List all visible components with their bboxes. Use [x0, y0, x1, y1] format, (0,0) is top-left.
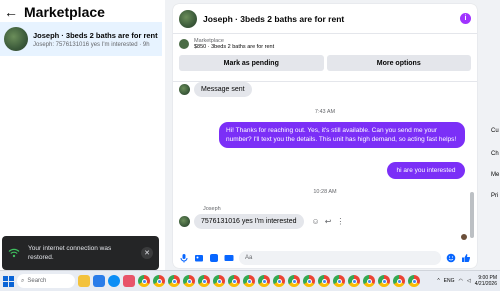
reply-icon[interactable]: ↩: [325, 217, 332, 226]
avatar: [179, 216, 190, 227]
conversation-item-joseph[interactable]: Joseph · 3beds 2 baths are for rent Jose…: [0, 22, 162, 56]
chat-header: Joseph · 3beds 2 baths are for rent i: [173, 4, 477, 34]
volume-icon[interactable]: ◁: [467, 278, 471, 284]
chat-panel: Joseph · 3beds 2 baths are for rent i Ma…: [173, 4, 477, 268]
avatar[interactable]: [179, 9, 197, 28]
close-icon[interactable]: ✕: [141, 247, 153, 259]
wifi-icon[interactable]: ◠: [459, 278, 463, 284]
microphone-icon[interactable]: [179, 253, 189, 263]
system-tray: ^ ENG ◠ ◁ 9:00 PM 4/21/2026: [437, 275, 497, 287]
chrome-icon[interactable]: [288, 275, 300, 287]
chrome-icon[interactable]: [258, 275, 270, 287]
avatar: [179, 84, 190, 95]
chrome-icon[interactable]: [273, 275, 285, 287]
back-arrow-icon[interactable]: ←: [4, 4, 18, 20]
chrome-icon[interactable]: [318, 275, 330, 287]
message-row: 7576131016 yes I'm interested ☺ ↩ ⋮: [179, 214, 344, 229]
detail-label: Cu: [491, 128, 499, 134]
detail-label: Ch: [491, 151, 499, 157]
chrome-icon[interactable]: [303, 275, 315, 287]
chrome-icon[interactable]: [393, 275, 405, 287]
chrome-icon[interactable]: [213, 275, 225, 287]
emoji-icon[interactable]: [446, 253, 456, 263]
sticker-icon[interactable]: [209, 253, 219, 263]
seen-avatar: [461, 234, 467, 240]
listing-details-panel: Cu Ch Me Pri: [484, 0, 500, 270]
marketplace-header: ← Marketplace: [4, 4, 105, 20]
sender-name: Joseph: [203, 206, 221, 212]
marketplace-title: Marketplace: [24, 4, 105, 20]
scrollbar[interactable]: [470, 192, 474, 238]
more-icon[interactable]: ⋮: [336, 217, 344, 226]
composer: Aa: [173, 248, 477, 268]
detail-label: Me: [491, 172, 500, 178]
message-bubble: Message sent: [194, 82, 252, 97]
info-icon[interactable]: i: [460, 13, 471, 24]
listing-thumbnail[interactable]: [179, 39, 189, 49]
chrome-icon[interactable]: [183, 275, 195, 287]
conversation-name: Joseph · 3beds 2 baths are for rent: [33, 30, 158, 40]
chrome-icon[interactable]: [408, 275, 420, 287]
chrome-icon[interactable]: [378, 275, 390, 287]
file-explorer-icon[interactable]: [78, 275, 90, 287]
message-row: Message sent: [179, 82, 252, 97]
chrome-icon[interactable]: [348, 275, 360, 287]
clock[interactable]: 9:00 PM 4/21/2026: [475, 275, 497, 287]
search-placeholder: Search: [27, 278, 47, 284]
windows-start-icon[interactable]: [3, 275, 14, 287]
photo-icon[interactable]: [194, 253, 204, 263]
chrome-icon[interactable]: [333, 275, 345, 287]
search-icon: ⌕: [21, 277, 25, 284]
message-bubble-outgoing: Hi! Thanks for reaching out. Yes, it's s…: [219, 122, 465, 148]
message-thread: Message sent 7:43 AM Hi! Thanks for reac…: [173, 82, 477, 242]
conversation-list-panel: ← Marketplace Joseph · 3beds 2 baths are…: [0, 0, 165, 270]
chrome-icon[interactable]: [138, 275, 150, 287]
timestamp: 7:43 AM: [314, 109, 336, 115]
message-bubble-outgoing: hi are you interested: [387, 162, 465, 179]
toast-message: Your internet connection was restored.: [28, 245, 112, 261]
app-icon[interactable]: [93, 275, 105, 287]
app-icon[interactable]: [123, 275, 135, 287]
chat-title[interactable]: Joseph · 3beds 2 baths are for rent: [203, 14, 454, 24]
taskbar: ⌕ Search ^ ENG ◠ ◁ 9:00 PM 4/21/2026: [0, 270, 500, 291]
avatar: [4, 27, 28, 51]
listing-title[interactable]: $850 · 3beds 2 baths are for rent: [194, 44, 274, 50]
chrome-icon[interactable]: [243, 275, 255, 287]
thumbs-up-icon[interactable]: [461, 253, 471, 263]
chrome-icon[interactable]: [363, 275, 375, 287]
chevron-up-icon[interactable]: ^: [437, 278, 439, 284]
chrome-icon[interactable]: [228, 275, 240, 287]
message-input[interactable]: Aa: [239, 251, 441, 265]
listing-card: Marketplace $850 · 3beds 2 baths are for…: [173, 34, 477, 82]
emoji-react-icon[interactable]: ☺: [312, 217, 320, 226]
chrome-icon[interactable]: [198, 275, 210, 287]
message-bubble: 7576131016 yes I'm interested: [194, 214, 304, 229]
timestamp: 10:28 AM: [313, 189, 337, 195]
connection-toast: Your internet connection was restored. ✕: [2, 236, 159, 270]
chrome-icon[interactable]: [153, 275, 165, 287]
chrome-icon[interactable]: [168, 275, 180, 287]
mark-as-pending-button[interactable]: Mark as pending: [179, 55, 324, 71]
detail-label: Pri: [491, 193, 499, 199]
wifi-icon: [8, 248, 20, 258]
edge-icon[interactable]: [108, 275, 120, 287]
conversation-preview: Joseph: 7576131016 yes I'm interested · …: [33, 41, 150, 48]
more-options-button[interactable]: More options: [326, 55, 471, 71]
taskbar-search[interactable]: ⌕ Search: [17, 274, 75, 288]
language-indicator[interactable]: ENG: [444, 278, 455, 284]
gif-icon[interactable]: [224, 253, 234, 263]
